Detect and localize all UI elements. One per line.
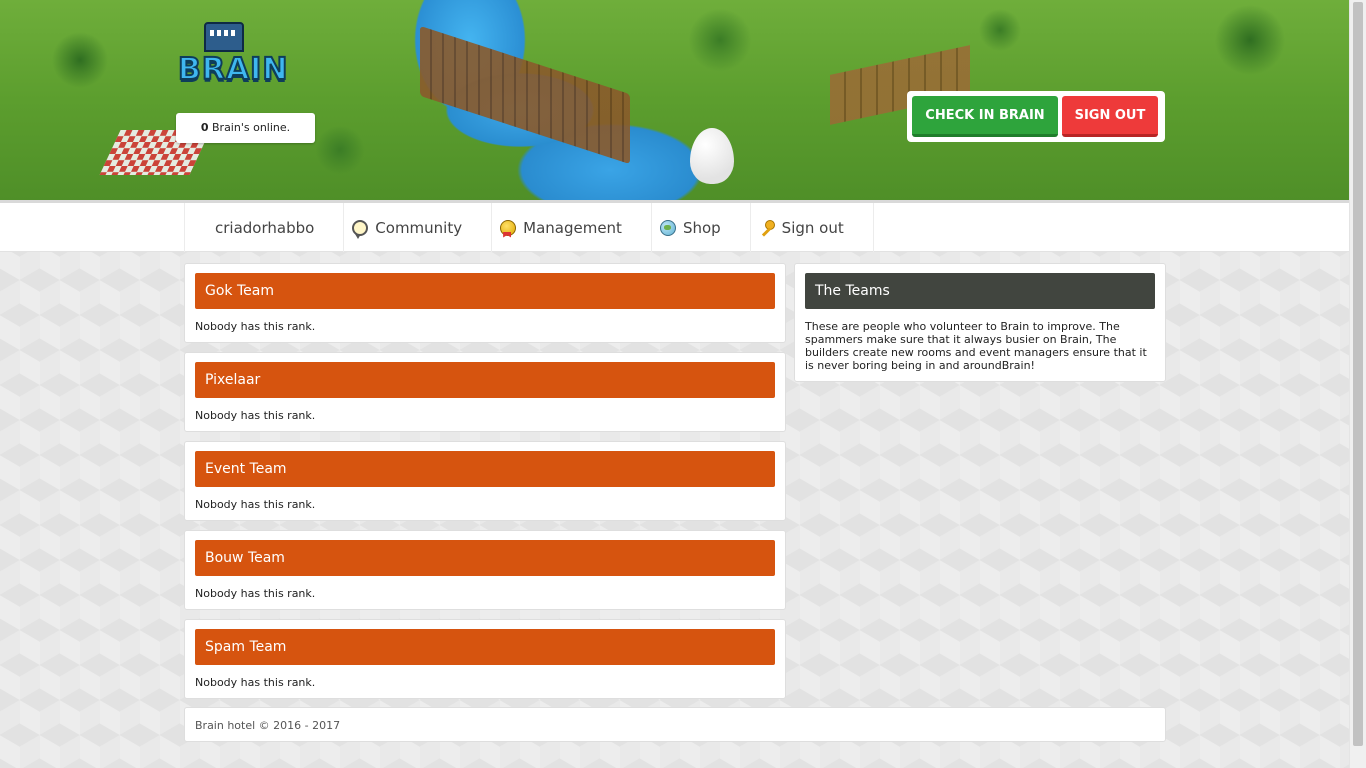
teams-info-text: These are people who volunteer to Brain … [805, 320, 1147, 372]
chat-bubble-icon [352, 219, 369, 239]
nav-item-management-label: Management [523, 218, 622, 237]
nav-item-sign-out[interactable]: Sign out [749, 203, 874, 252]
rank-members-text: Nobody has this rank. [195, 320, 316, 333]
nav-item-community[interactable]: Community [343, 203, 491, 252]
footer: Brain hotel © 2016 - 2017 [184, 707, 1166, 742]
rank-title: Event Team [195, 451, 775, 487]
banner-bridge [420, 25, 630, 165]
medal-icon [500, 219, 517, 236]
rank-members-text: Nobody has this rank. [195, 409, 316, 422]
globe-icon [659, 219, 676, 236]
nav-item-sign-out-label: Sign out [781, 218, 844, 237]
sign-out-button[interactable]: SIGN OUT [1062, 96, 1158, 137]
rank-card-pixelaar: Pixelaar Nobody has this rank. [184, 352, 786, 432]
nav-items: criadorhabbo Community Management Shop S… [184, 203, 874, 252]
rank-members-text: Nobody has this rank. [195, 676, 316, 689]
rank-card-gok-team: Gok Team Nobody has this rank. [184, 263, 786, 343]
teams-info-card: The Teams These are people who volunteer… [794, 263, 1166, 382]
rank-members-text: Nobody has this rank. [195, 498, 316, 511]
rank-card-event-team: Event Team Nobody has this rank. [184, 441, 786, 521]
rank-card-spam-team: Spam Team Nobody has this rank. [184, 619, 786, 699]
nav-item-shop-label: Shop [682, 218, 721, 237]
rank-members-text: Nobody has this rank. [195, 587, 316, 600]
logo-text: BRAIN [177, 51, 289, 88]
nav-item-shop[interactable]: Shop [650, 203, 750, 252]
logo-house-icon [204, 22, 244, 52]
online-counter: 0 Brain's online. [176, 113, 315, 143]
nav-item-community-label: Community [375, 218, 463, 237]
brain-logo[interactable]: BRAIN [176, 20, 289, 90]
online-label: Brain's online. [208, 121, 291, 134]
main-navigation: criadorhabbo Community Management Shop S… [0, 200, 1349, 252]
teams-info-title: The Teams [805, 273, 1155, 309]
header-actions: CHECK IN BRAIN SIGN OUT [907, 91, 1165, 142]
footer-copyright: Brain hotel © 2016 - 2017 [195, 719, 341, 732]
header-banner: BRAIN 0 Brain's online. CHECK IN BRAIN S… [0, 0, 1349, 200]
rank-title: Bouw Team [195, 540, 775, 576]
rank-title: Gok Team [195, 273, 775, 309]
check-in-button[interactable]: CHECK IN BRAIN [912, 96, 1058, 137]
nav-item-management[interactable]: Management [491, 203, 651, 252]
nav-item-user-label: criadorhabbo [215, 218, 315, 237]
rank-card-bouw-team: Bouw Team Nobody has this rank. [184, 530, 786, 610]
rank-title: Pixelaar [195, 362, 775, 398]
online-count: 0 [200, 121, 209, 134]
scrollbar-thumb[interactable] [1353, 2, 1363, 746]
rank-title: Spam Team [195, 629, 775, 665]
nav-item-user[interactable]: criadorhabbo [184, 203, 343, 252]
banner-egg [690, 128, 734, 184]
key-icon [759, 219, 775, 236]
page-scrollbar[interactable] [1349, 0, 1366, 768]
